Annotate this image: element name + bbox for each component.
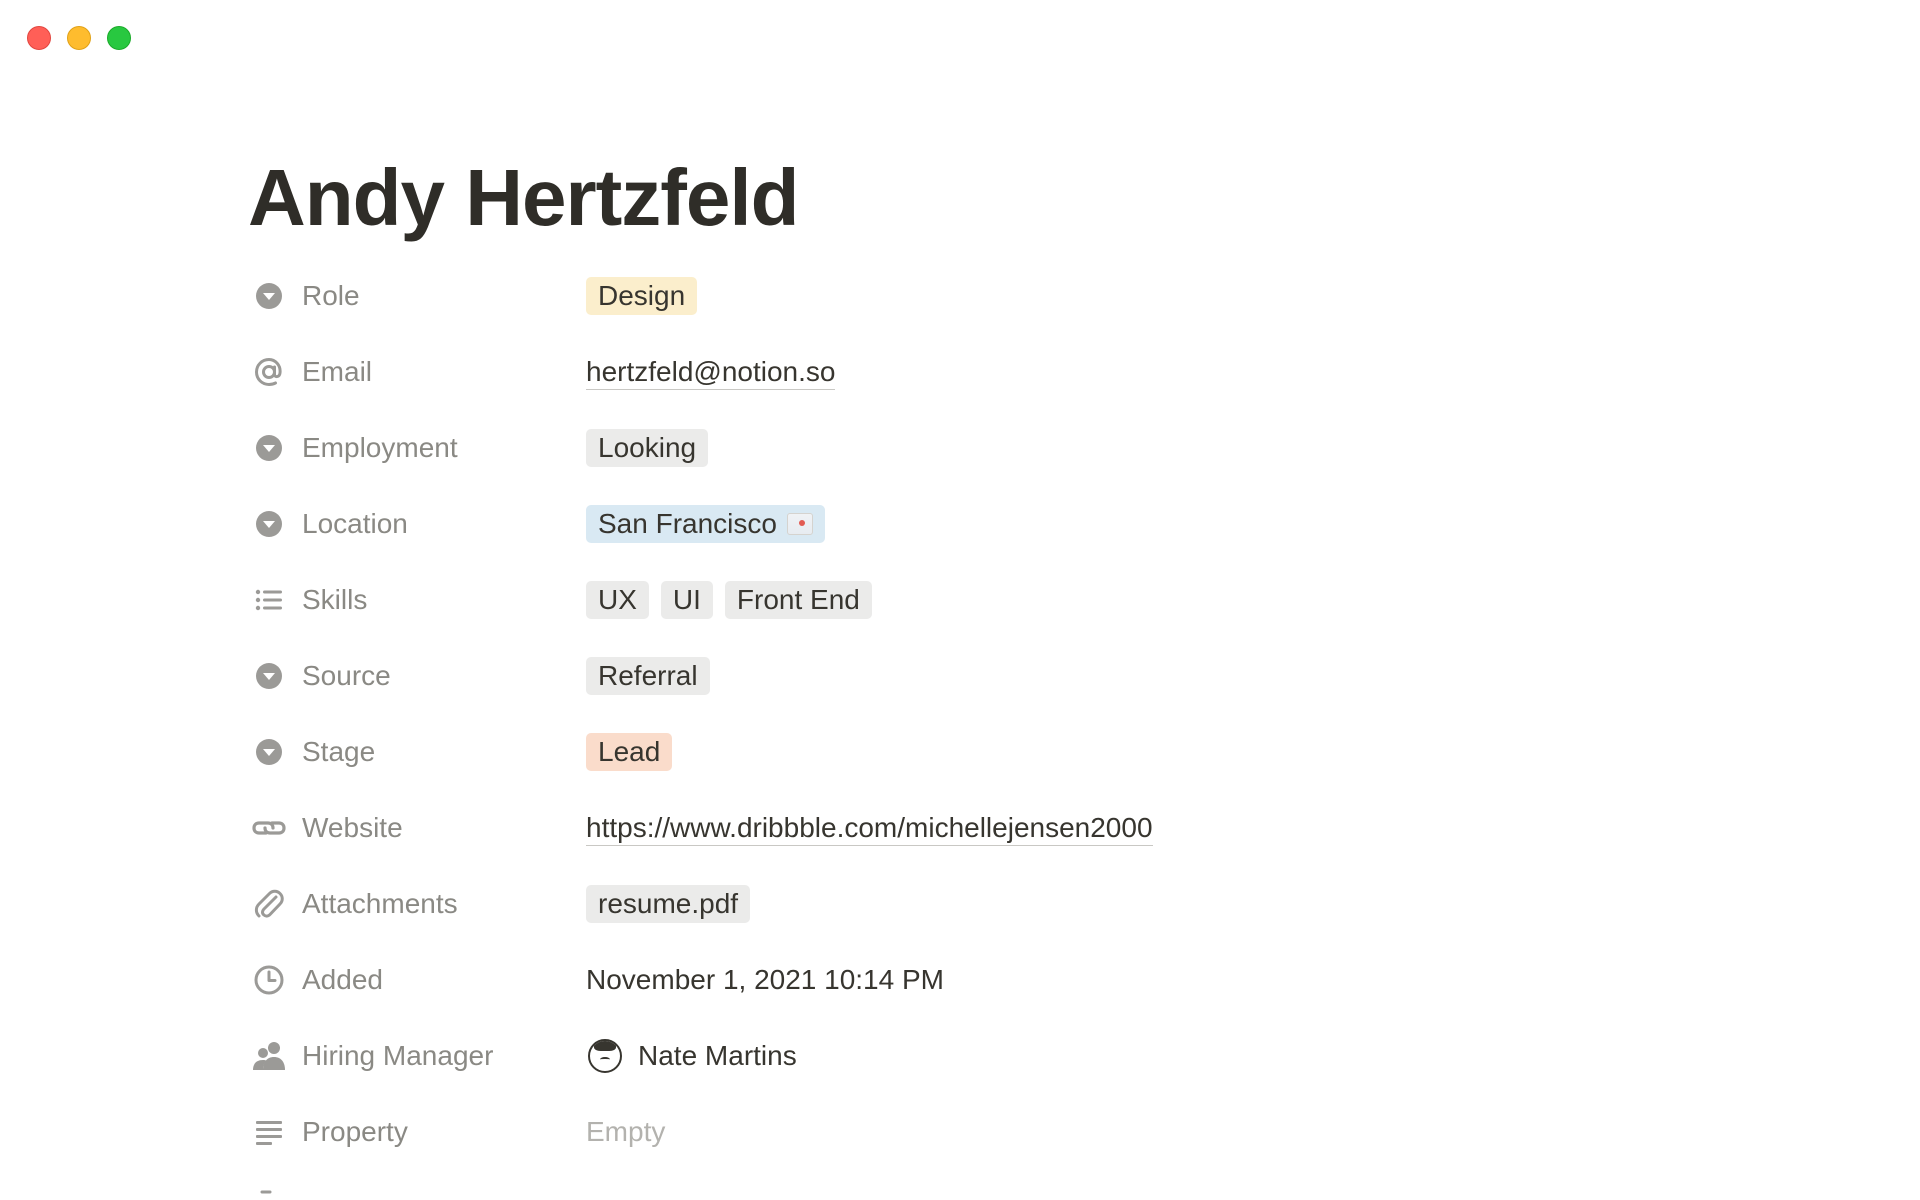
skill-tag[interactable]: UI: [660, 581, 713, 619]
property-key-skills[interactable]: Skills: [248, 583, 586, 617]
partial-property-icon: [258, 1190, 278, 1200]
property-row-location: Location San Francisco: [248, 486, 1748, 562]
property-value-website[interactable]: https://www.dribbble.com/michellejensen2…: [586, 811, 1153, 846]
attachment-file[interactable]: resume.pdf: [586, 885, 751, 923]
property-key-email[interactable]: Email: [248, 355, 586, 389]
close-window-button[interactable]: [27, 26, 51, 50]
property-key-label: Added: [302, 964, 383, 995]
window-controls: [27, 26, 131, 50]
page-title[interactable]: Andy Hertzfeld: [248, 150, 1748, 246]
property-row-role: Role Design: [248, 258, 1748, 334]
property-key-website[interactable]: Website: [248, 811, 586, 845]
property-key-hiring-manager[interactable]: Hiring Manager: [248, 1039, 586, 1073]
property-key-employment[interactable]: Employment: [248, 431, 586, 465]
empty-value[interactable]: Empty: [586, 1116, 665, 1148]
property-key-label: Location: [302, 508, 408, 539]
select-icon: [252, 507, 286, 541]
property-row-employment: Employment Looking: [248, 410, 1748, 486]
at-icon: [252, 355, 286, 389]
stage-tag[interactable]: Lead: [586, 733, 673, 771]
people-icon: [252, 1039, 286, 1073]
skill-tag[interactable]: UX: [586, 581, 649, 619]
maximize-window-button[interactable]: [107, 26, 131, 50]
property-value-skills[interactable]: UX UI Front End: [586, 581, 884, 619]
source-tag[interactable]: Referral: [586, 657, 710, 695]
website-link[interactable]: https://www.dribbble.com/michellejensen2…: [586, 811, 1153, 846]
select-icon: [252, 431, 286, 465]
select-icon: [252, 735, 286, 769]
property-value-source[interactable]: Referral: [586, 657, 722, 695]
property-row-attachments: Attachments resume.pdf: [248, 866, 1748, 942]
property-row-email: Email hertzfeld@notion.so: [248, 334, 1748, 410]
property-key-label: Role: [302, 280, 360, 311]
property-key-property[interactable]: Property: [248, 1115, 586, 1149]
property-key-location[interactable]: Location: [248, 507, 586, 541]
clock-icon: [252, 963, 286, 997]
property-key-source[interactable]: Source: [248, 659, 586, 693]
property-value-property[interactable]: Empty: [586, 1116, 665, 1148]
property-key-label: Email: [302, 356, 373, 387]
property-key-label: Property: [302, 1116, 408, 1147]
property-value-hiring-manager[interactable]: Nate Martins: [586, 1039, 797, 1073]
property-key-added[interactable]: Added: [248, 963, 586, 997]
property-key-label: Employment: [302, 432, 458, 463]
avatar: [588, 1039, 622, 1073]
property-value-employment[interactable]: Looking: [586, 429, 720, 467]
property-row-added: Added November 1, 2021 10:14 PM: [248, 942, 1748, 1018]
property-key-label: Website: [302, 812, 403, 843]
property-key-label: Hiring Manager: [302, 1040, 494, 1071]
list-icon: [252, 583, 286, 617]
employment-tag[interactable]: Looking: [586, 429, 709, 467]
property-list: Role Design Email hertzfeld@notion.so Em…: [248, 258, 1748, 1170]
app-window: Andy Hertzfeld Role Design Email hertzfe…: [0, 0, 1920, 1200]
property-row-hiring-manager: Hiring Manager Nate Martins: [248, 1018, 1748, 1094]
property-row-website: Website https://www.dribbble.com/michell…: [248, 790, 1748, 866]
page-content: Andy Hertzfeld Role Design Email hertzfe…: [248, 150, 1748, 1170]
property-value-location[interactable]: San Francisco: [586, 505, 837, 543]
property-value-stage[interactable]: Lead: [586, 733, 684, 771]
email-link[interactable]: hertzfeld@notion.so: [586, 355, 836, 390]
property-value-attachments[interactable]: resume.pdf: [586, 885, 762, 923]
property-value-role[interactable]: Design: [586, 277, 709, 315]
select-icon: [252, 659, 286, 693]
added-date: November 1, 2021 10:14 PM: [586, 964, 944, 995]
role-tag[interactable]: Design: [586, 277, 698, 315]
property-key-attachments[interactable]: Attachments: [248, 887, 586, 921]
person-name[interactable]: Nate Martins: [638, 1040, 797, 1072]
minimize-window-button[interactable]: [67, 26, 91, 50]
property-row-source: Source Referral: [248, 638, 1748, 714]
property-key-stage[interactable]: Stage: [248, 735, 586, 769]
property-key-label: Source: [302, 660, 391, 691]
text-icon: [252, 1115, 286, 1149]
property-row-property: Property Empty: [248, 1094, 1748, 1170]
property-key-label: Stage: [302, 736, 376, 767]
property-key-label: Attachments: [302, 888, 458, 919]
property-row-stage: Stage Lead: [248, 714, 1748, 790]
paperclip-icon: [252, 887, 286, 921]
property-key-label: Skills: [302, 584, 368, 615]
property-value-added: November 1, 2021 10:14 PM: [586, 964, 944, 996]
property-row-skills: Skills UX UI Front End: [248, 562, 1748, 638]
location-tag-label: San Francisco: [598, 508, 777, 539]
japan-flag-icon: [786, 513, 813, 535]
property-value-email[interactable]: hertzfeld@notion.so: [586, 355, 836, 390]
select-icon: [252, 279, 286, 313]
skill-tag[interactable]: Front End: [724, 581, 872, 619]
link-icon: [252, 811, 286, 845]
location-tag[interactable]: San Francisco: [586, 505, 825, 543]
property-key-role[interactable]: Role: [248, 279, 586, 313]
